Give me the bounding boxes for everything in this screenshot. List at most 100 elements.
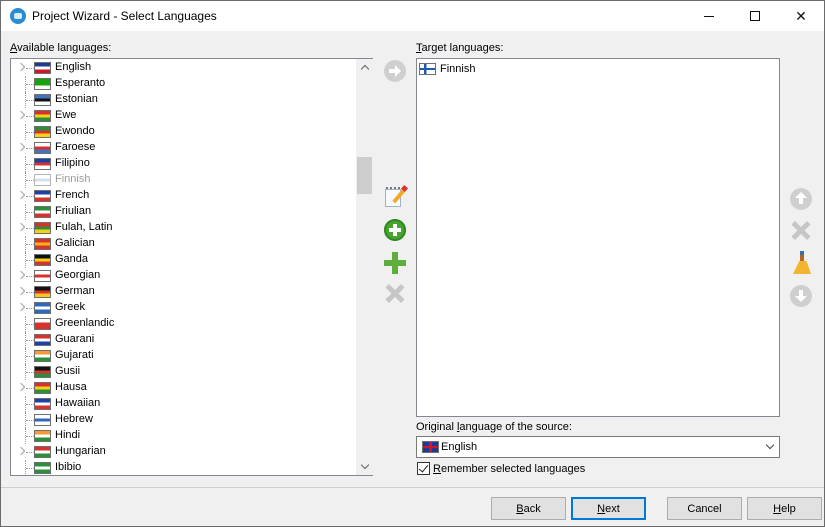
language-tree-item[interactable]: Ewe [11,108,356,124]
language-tree-item[interactable]: Filipino [11,156,356,172]
remove-language-button[interactable] [382,281,408,307]
language-tree-item[interactable]: English [11,60,356,76]
language-tree-item[interactable]: Georgian [11,268,356,284]
edit-language-button[interactable] [382,184,409,210]
cancel-button[interactable]: Cancel [667,497,742,520]
tree-connector [26,452,34,453]
tree-connector [26,116,34,117]
tree-connector [26,148,34,149]
flag-icon [34,334,51,346]
remember-languages-option[interactable]: Remember selected languages [417,462,585,475]
language-tree-item[interactable]: Hausa [11,380,356,396]
chevron-right-icon[interactable] [17,287,26,296]
tree-connector [26,436,34,437]
language-name: Ewe [55,109,77,121]
tree-connector [26,276,34,277]
language-name: Fulah, Latin [55,221,113,233]
language-tree-item[interactable]: Gusii [11,364,356,380]
language-tree-item[interactable]: Greek [11,300,356,316]
language-name: German [55,285,95,297]
language-tree-item[interactable]: Ganda [11,252,356,268]
minimize-button[interactable] [686,1,732,31]
help-button[interactable]: Help [747,497,822,520]
broom-icon [791,251,811,275]
tree-connector [26,404,34,405]
language-tree-item[interactable]: Finnish [11,172,356,188]
language-name: Guarani [55,333,95,345]
language-name: French [55,189,90,201]
chevron-right-icon[interactable] [17,223,26,232]
language-name: Estonian [55,93,98,105]
flag-icon [34,414,51,426]
minimize-icon [704,15,714,17]
footer-separator [1,487,824,488]
tree-connector [26,468,34,469]
language-tree-item[interactable]: Ewondo [11,124,356,140]
available-languages-tree[interactable]: English Esperanto Estonian Ewe Ewondo Faroese… [10,58,373,476]
flag-icon [34,142,51,154]
target-languages-list[interactable]: Finnish [416,58,780,417]
language-tree-item[interactable]: Galician [11,236,356,252]
language-tree-item[interactable]: Hungarian [11,444,356,460]
language-tree-item[interactable]: Ibibio [11,460,356,474]
chevron-right-icon[interactable] [17,271,26,280]
language-tree-item[interactable]: Hindi [11,428,356,444]
arrow-down-circle-icon [790,285,812,307]
language-name: Greenlandic [55,317,115,329]
language-tree-item[interactable]: German [11,284,356,300]
language-tree-item[interactable]: Friulian [11,204,356,220]
add-selected-language-button[interactable] [382,58,408,84]
next-button[interactable]: Next [571,497,646,520]
chevron-right-icon[interactable] [17,63,26,72]
tree-connector [26,420,34,421]
scroll-thumb[interactable] [357,157,372,194]
chevron-right-icon[interactable] [17,191,26,200]
chevron-right-icon[interactable] [17,383,26,392]
flag-icon [34,78,51,90]
english-flag-icon [422,441,439,453]
remove-target-language-button[interactable] [788,218,814,244]
language-tree-item[interactable]: Hawaiian [11,396,356,412]
flag-icon [34,446,51,458]
language-tree-item[interactable]: Gujarati [11,348,356,364]
scroll-down-button[interactable] [356,458,373,475]
language-tree-item[interactable]: French [11,188,356,204]
flag-icon [34,254,51,266]
scroll-up-button[interactable] [356,59,373,76]
add-new-language-button[interactable] [382,217,408,243]
chevron-right-icon[interactable] [17,447,26,456]
plus-icon [384,252,406,274]
flag-icon [34,62,51,74]
language-tree-item[interactable]: Hebrew [11,412,356,428]
language-tree-item[interactable]: Estonian [11,92,356,108]
maximize-icon [750,11,760,21]
language-tree-item[interactable]: Guarani [11,332,356,348]
language-tree-item[interactable]: Fulah, Latin [11,220,356,236]
flag-icon [34,94,51,106]
target-language-item[interactable]: Finnish [419,61,475,77]
move-up-button[interactable] [788,186,814,212]
available-languages-scrollbar[interactable] [356,59,373,475]
chevron-right-icon[interactable] [17,143,26,152]
language-tree-item[interactable]: Greenlandic [11,316,356,332]
chevron-right-icon[interactable] [17,111,26,120]
maximize-button[interactable] [732,1,778,31]
flag-icon [34,190,51,202]
language-tree-item[interactable]: Esperanto [11,76,356,92]
remember-languages-checkbox[interactable] [417,462,430,475]
back-button[interactable]: Back [491,497,566,520]
chevron-right-icon[interactable] [17,303,26,312]
source-language-dropdown[interactable]: English [416,436,780,458]
add-language-button[interactable] [382,250,408,276]
language-tree-item[interactable]: Faroese [11,140,356,156]
close-button[interactable]: ✕ [778,1,824,31]
flag-icon [34,430,51,442]
flag-icon [34,382,51,394]
project-wizard-window: Project Wizard - Select Languages ✕ Avai… [0,0,825,527]
clear-target-languages-button[interactable] [788,250,814,276]
flag-icon [34,222,51,234]
language-name: Georgian [55,269,101,281]
flag-icon [34,110,51,122]
app-icon [10,8,26,24]
move-down-button[interactable] [788,283,814,309]
